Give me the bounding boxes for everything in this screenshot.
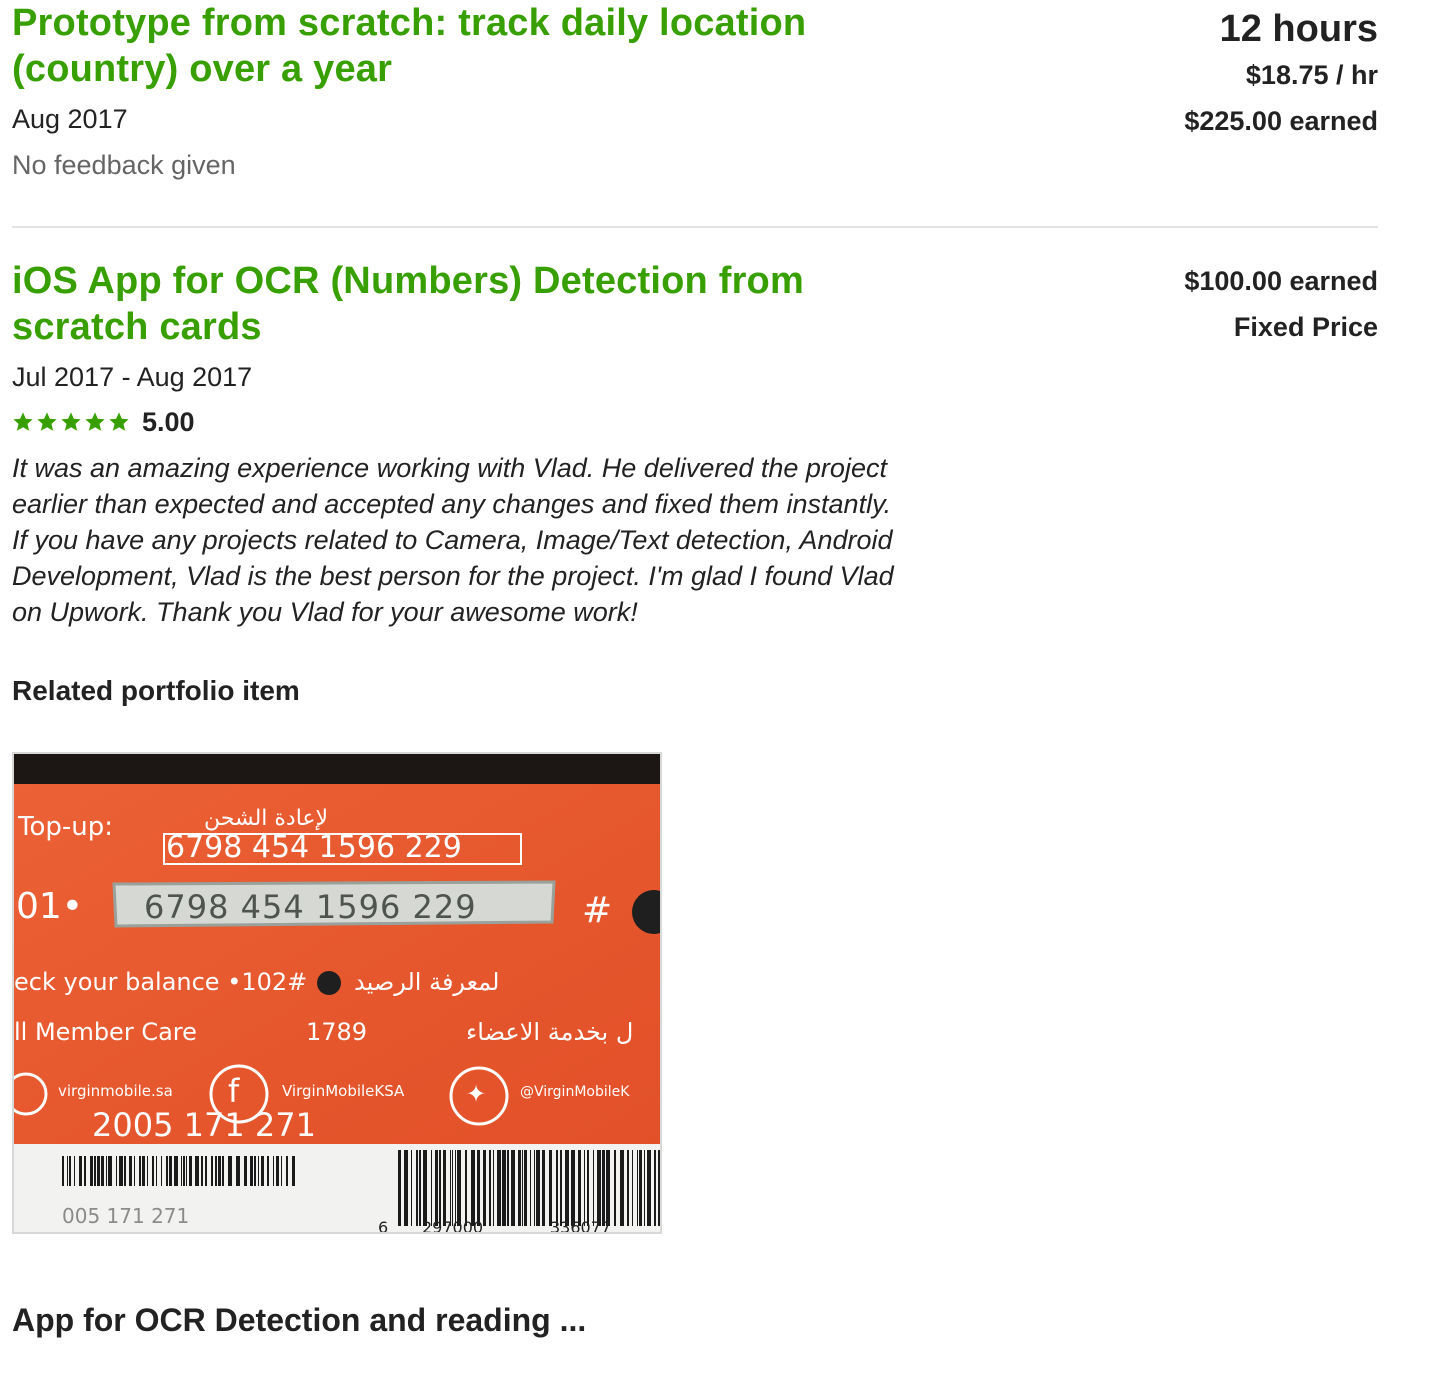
barcode-digit: 6: [378, 1218, 389, 1234]
job-earned: $225.00 earned: [1184, 106, 1378, 136]
job-title[interactable]: iOS App for OCR (Numbers) Detection from…: [12, 258, 892, 350]
member-care-text: ll Member Care: [14, 1018, 197, 1046]
twitter-icon: ✦: [466, 1080, 487, 1108]
job-feedback: No feedback given: [12, 150, 236, 180]
divider: [12, 226, 1378, 228]
serial-overlay: 2005 171 271: [92, 1106, 316, 1144]
job-date: Aug 2017: [12, 104, 128, 134]
job-earned: $100.00 earned: [1184, 266, 1378, 296]
website-text: virginmobile.sa: [58, 1082, 173, 1100]
star-rating: [12, 411, 130, 433]
barcode-digit: 297000: [422, 1218, 484, 1234]
topup-label: Top-up:: [18, 812, 113, 842]
job-contract-type: Fixed Price: [1233, 312, 1378, 342]
client-feedback: It was an amazing experience working wit…: [12, 453, 894, 627]
serial-print: 005 171 271: [62, 1204, 190, 1228]
job-title[interactable]: Prototype from scratch: track daily loca…: [12, 0, 892, 92]
twitter-handle: @VirginMobileK: [520, 1084, 630, 1100]
star-icon: [61, 412, 81, 431]
job-title-link[interactable]: Prototype from scratch: track daily loca…: [12, 2, 806, 90]
member-number: 1789: [306, 1018, 368, 1046]
portfolio-thumbnail[interactable]: Top-up: لإعادة الشحن 6798 454 1596 229 0…: [12, 752, 662, 1234]
arabic-topup: لإعادة الشحن: [204, 806, 329, 831]
job-stats: 12 hours $18.75 / hr $225.00 earned: [1184, 0, 1378, 136]
job-title-link[interactable]: iOS App for OCR (Numbers) Detection from…: [12, 260, 804, 348]
star-icon: [37, 412, 57, 431]
facebook-handle: VirginMobileKSA: [282, 1082, 405, 1100]
portfolio-title[interactable]: App for OCR Detection and reading ...: [12, 1300, 1378, 1340]
job-hours: 12 hours: [1219, 8, 1378, 50]
arabic-member: ل بخدمة الاعضاء: [466, 1018, 634, 1046]
rating-score: 5.00: [142, 406, 195, 437]
portfolio-heading: Related portfolio item: [12, 675, 300, 706]
balance-text: eck your balance •102#: [14, 968, 308, 996]
card-prefix: 01•: [16, 886, 84, 927]
rating: 5.00: [12, 406, 1378, 438]
job-rate: $18.75 / hr: [1245, 60, 1378, 90]
facebook-icon: f: [228, 1072, 240, 1110]
detected-number: 6798 454 1596 229: [166, 830, 462, 865]
star-icon: [109, 412, 129, 431]
star-icon: [85, 412, 105, 431]
work-history-item: iOS App for OCR (Numbers) Detection from…: [12, 258, 1378, 1340]
arabic-balance: لمعرفة الرصيد: [354, 968, 500, 996]
job-date: Jul 2017 - Aug 2017: [12, 362, 253, 392]
job-stats: $100.00 earned Fixed Price: [1184, 258, 1378, 342]
scratched-number: 6798 454 1596 229: [144, 888, 477, 926]
barcode-digit: 336077: [550, 1218, 612, 1234]
star-icon: [13, 412, 33, 431]
hash-symbol: #: [582, 890, 613, 931]
work-history-item: Prototype from scratch: track daily loca…: [12, 0, 1378, 180]
